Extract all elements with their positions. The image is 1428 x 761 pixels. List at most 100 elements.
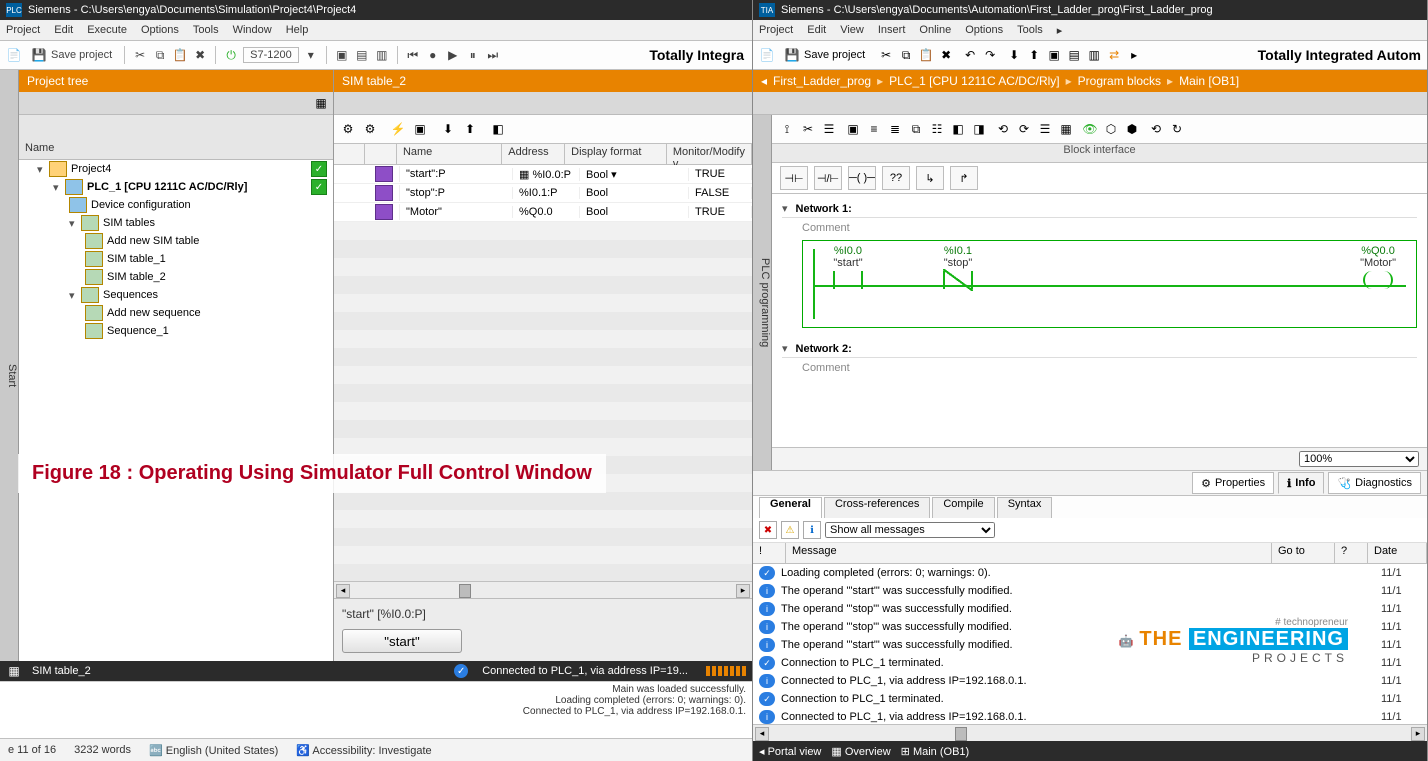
msg-row[interactable]: iThe operand '"start"' was successfully … <box>753 582 1427 600</box>
r-delete-icon[interactable]: ✖ <box>938 47 954 63</box>
msg-info-icon[interactable]: ℹ <box>803 521 821 539</box>
rmenu-insert[interactable]: Insert <box>878 24 906 36</box>
tree-project[interactable]: ▾Project4✓ <box>19 160 333 178</box>
lad-branch-icon[interactable]: ↳ <box>916 166 944 190</box>
sim-row[interactable]: "Motor"%Q0.0BoolTRUE <box>334 203 752 222</box>
msg-row[interactable]: iThe operand '"start"' was successfully … <box>753 636 1427 654</box>
cut-icon[interactable]: ✂ <box>132 47 148 63</box>
r-undo-icon[interactable]: ↶ <box>962 47 978 63</box>
r-go-online-icon[interactable]: ⇄ <box>1106 47 1122 63</box>
menu-project[interactable]: Project <box>6 24 40 36</box>
et-icon-5[interactable]: ≡ <box>865 121 883 137</box>
main-tab[interactable]: ⊞ Main (OB1) <box>901 745 970 758</box>
r-more-icon[interactable]: ▸ <box>1126 47 1142 63</box>
tree-sim1[interactable]: SIM table_1 <box>19 250 333 268</box>
et-icon-16[interactable]: ⬢ <box>1123 121 1141 137</box>
save-project-button[interactable]: 💾 Save project <box>26 44 117 66</box>
tree-add-seq[interactable]: Add new sequence <box>19 304 333 322</box>
et-icon-18[interactable]: ↻ <box>1168 121 1186 137</box>
crumb-plc[interactable]: PLC_1 [CPU 1211C AC/DC/Rly] <box>889 74 1060 88</box>
tree-sim-tables[interactable]: ▾SIM tables <box>19 214 333 232</box>
msg-row[interactable]: ✓Loading completed (errors: 0; warnings:… <box>753 564 1427 582</box>
new-icon[interactable]: 📄 <box>6 47 22 63</box>
r-upload-icon[interactable]: ⬆ <box>1026 47 1042 63</box>
collapse-icon[interactable]: ▾ <box>782 342 788 355</box>
et-icon-2[interactable]: ✂ <box>799 121 817 137</box>
lang-indicator[interactable]: 🔤 English (United States) <box>149 744 278 757</box>
word-count[interactable]: 3232 words <box>74 744 131 756</box>
block-interface-header[interactable]: Block interface <box>772 144 1427 163</box>
msg-filter-select[interactable]: Show all messages <box>825 522 995 538</box>
pause-icon[interactable]: ⏸ <box>465 47 481 63</box>
rmenu-tools[interactable]: Tools <box>1017 24 1043 36</box>
copy-icon[interactable]: ⧉ <box>152 47 168 63</box>
crumb-main[interactable]: Main [OB1] <box>1179 74 1239 88</box>
crumb-project[interactable]: First_Ladder_prog <box>773 74 871 88</box>
tab-info[interactable]: ℹ Info <box>1278 472 1324 494</box>
subtab-compile[interactable]: Compile <box>932 497 994 518</box>
forward-icon[interactable]: ⏭ <box>485 47 501 63</box>
msg-row[interactable]: ✓Connection to PLC_1 terminated.11/1 <box>753 654 1427 672</box>
et-icon-6[interactable]: ≣ <box>886 121 904 137</box>
tree-plc[interactable]: ▾PLC_1 [CPU 1211C AC/DC/Rly]✓ <box>19 178 333 196</box>
r-paste-icon[interactable]: 📋 <box>918 47 934 63</box>
subtab-xref[interactable]: Cross-references <box>824 497 930 518</box>
r-new-icon[interactable]: 📄 <box>759 47 775 63</box>
record-icon[interactable]: ● <box>425 47 441 63</box>
msg-warning-icon[interactable]: ⚠ <box>781 521 799 539</box>
r-download-icon[interactable]: ⬇ <box>1006 47 1022 63</box>
r-tb2-icon[interactable]: ▤ <box>1066 47 1082 63</box>
sim-tool-3[interactable]: ▣ <box>412 121 428 137</box>
tree-device-config[interactable]: Device configuration <box>19 196 333 214</box>
network2-comment[interactable]: Comment <box>802 362 1397 374</box>
menu-help[interactable]: Help <box>286 24 309 36</box>
r-save-button[interactable]: 💾 Save project <box>779 44 870 66</box>
toolbar-icon-2[interactable]: ▤ <box>354 47 370 63</box>
menu-execute[interactable]: Execute <box>87 24 127 36</box>
et-icon-3[interactable]: ☰ <box>820 121 838 137</box>
et-icon-4[interactable]: ▣ <box>844 121 862 137</box>
accessibility-indicator[interactable]: ♿ Accessibility: Investigate <box>296 744 431 757</box>
sim-start-button[interactable]: "start" <box>342 629 462 653</box>
no-contact-icon[interactable] <box>833 271 863 289</box>
foot-tab[interactable]: SIM table_2 <box>32 665 91 677</box>
sim-tool-4[interactable]: ◧ <box>490 121 506 137</box>
collapse-icon[interactable]: ▾ <box>782 202 788 215</box>
tab-diagnostics[interactable]: 🩺 Diagnostics <box>1328 472 1421 494</box>
et-icon-7[interactable]: ⧉ <box>907 121 925 137</box>
device-select[interactable]: S7-1200 <box>243 47 299 63</box>
tree-add-sim[interactable]: Add new SIM table <box>19 232 333 250</box>
et-icon-11[interactable]: ⟲ <box>994 121 1012 137</box>
r-copy-icon[interactable]: ⧉ <box>898 47 914 63</box>
tree-seq1[interactable]: Sequence_1 <box>19 322 333 340</box>
menu-options[interactable]: Options <box>141 24 179 36</box>
sim-row[interactable]: "stop":P%I0.1:PBoolFALSE <box>334 184 752 203</box>
msg-hscroll[interactable]: ◂▸ <box>753 724 1427 741</box>
project-tree[interactable]: ▾Project4✓ ▾PLC_1 [CPU 1211C AC/DC/Rly]✓… <box>19 160 333 661</box>
toolbar-icon-3[interactable]: ▥ <box>374 47 390 63</box>
rmenu-view[interactable]: View <box>840 24 864 36</box>
tab-properties[interactable]: ⚙ Properties <box>1192 472 1274 494</box>
subtab-general[interactable]: General <box>759 497 822 518</box>
coil-icon[interactable] <box>1363 271 1393 289</box>
delete-icon[interactable]: ✖ <box>192 47 208 63</box>
et-icon-14[interactable]: ▦ <box>1057 121 1075 137</box>
sim-hscroll[interactable]: ◂▸ <box>334 581 752 598</box>
subtab-syntax[interactable]: Syntax <box>997 497 1053 518</box>
rung-1[interactable]: %I0.0 "start" %I0.1 "stop" <box>802 240 1417 328</box>
r-redo-icon[interactable]: ↷ <box>982 47 998 63</box>
msg-error-icon[interactable]: ✖ <box>759 521 777 539</box>
overview-tab[interactable]: ▦ Overview <box>831 745 890 758</box>
r-tb1-icon[interactable]: ▣ <box>1046 47 1062 63</box>
plc-programming-strip[interactable]: PLC programming <box>753 115 772 470</box>
sim-row[interactable]: "start":P▦ %I0.0:PBool ▾TRUE <box>334 165 752 184</box>
lad-box-icon[interactable]: ?? <box>882 166 910 190</box>
power-icon[interactable]: ⏻ <box>223 47 239 63</box>
page-indicator[interactable]: e 11 of 16 <box>8 744 56 756</box>
et-icon-8[interactable]: ☷ <box>928 121 946 137</box>
et-icon-13[interactable]: ☰ <box>1036 121 1054 137</box>
msg-row[interactable]: iThe operand '"stop"' was successfully m… <box>753 618 1427 636</box>
msg-row[interactable]: iConnected to PLC_1, via address IP=192.… <box>753 708 1427 724</box>
rmenu-more-icon[interactable]: ▸ <box>1057 24 1063 37</box>
crumb-chevron-icon[interactable]: ◂ <box>761 74 767 88</box>
